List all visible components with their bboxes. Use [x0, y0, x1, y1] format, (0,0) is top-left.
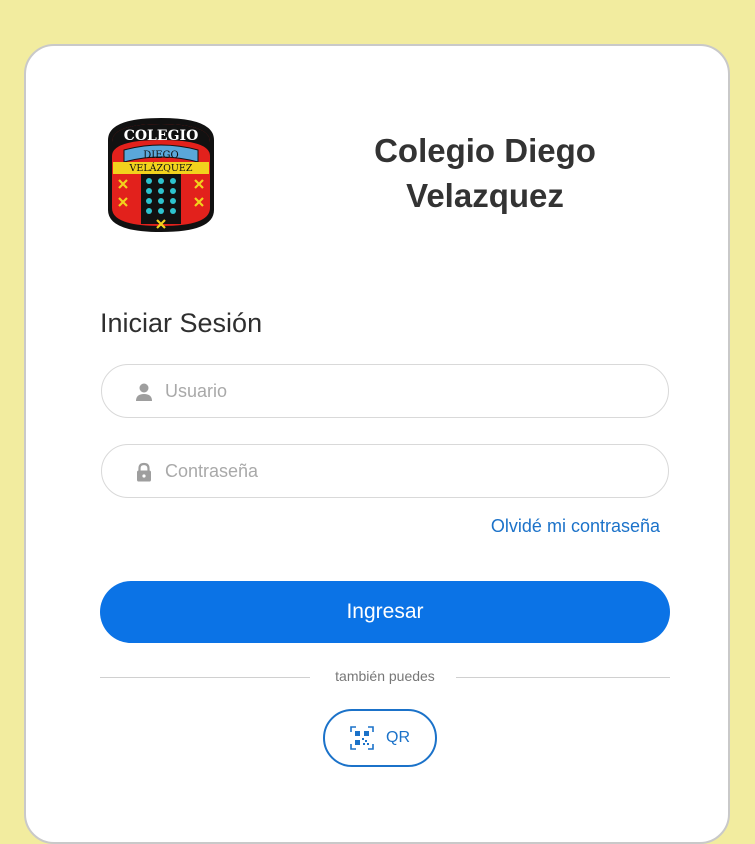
qr-code-icon [350, 726, 374, 750]
school-name-line-2: Velazquez [406, 177, 564, 214]
forgot-password-link[interactable]: Olvidé mi contraseña [491, 516, 660, 537]
login-title: Iniciar Sesión [100, 308, 263, 338]
divider-line-right [456, 677, 670, 678]
school-name: Colegio Diego Velazquez [304, 128, 666, 218]
lock-icon [134, 462, 154, 482]
username-field[interactable] [101, 364, 669, 418]
divider-text: también puedes [335, 668, 435, 684]
school-logo: COLEGIO DIEGO VELÁZQUEZ [104, 110, 218, 234]
user-icon [134, 382, 154, 402]
login-card: COLEGIO DIEGO VELÁZQUEZ Colegio Diego Ve… [24, 44, 730, 844]
qr-login-button[interactable]: QR [323, 709, 437, 767]
svg-text:VELÁZQUEZ: VELÁZQUEZ [129, 162, 193, 174]
svg-text:DIEGO: DIEGO [143, 150, 178, 161]
password-input[interactable] [165, 445, 645, 497]
username-input[interactable] [165, 365, 645, 417]
login-button[interactable]: Ingresar [100, 581, 670, 643]
alternative-login-divider: también puedes [100, 666, 670, 688]
school-name-line-1: Colegio Diego [374, 132, 596, 169]
password-field[interactable] [101, 444, 669, 498]
qr-button-label: QR [386, 729, 410, 746]
svg-text:COLEGIO: COLEGIO [124, 128, 199, 144]
